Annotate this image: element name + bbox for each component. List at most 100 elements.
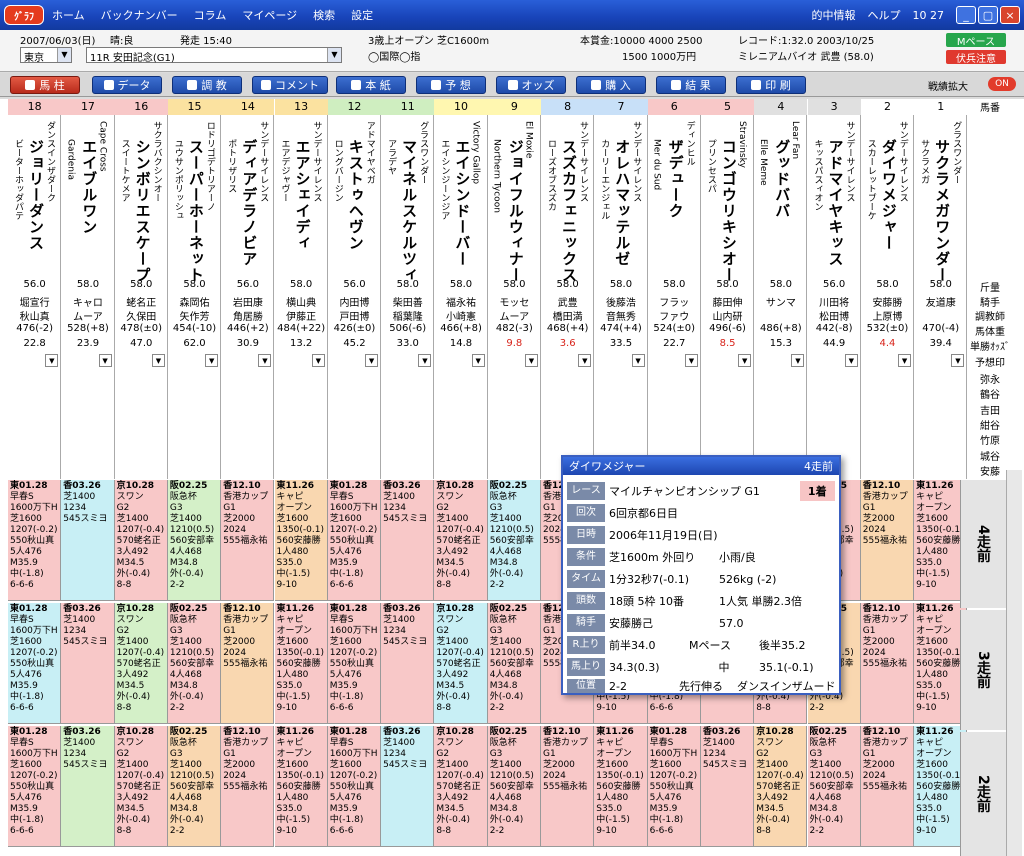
tab-umabashira[interactable]: 馬 柱 — [10, 76, 80, 94]
past-race-cell[interactable]: 東01.28早春S1600万下H芝16001207(-0.2)550秋山真5人4… — [327, 726, 382, 847]
tab-prediction[interactable]: 予 想 — [416, 76, 486, 94]
menu-home[interactable]: ホーム — [52, 7, 85, 23]
past-race-cell[interactable]: 東11.26キャピオープン芝16001350(-0.1)560安藤勝1人480S… — [274, 603, 328, 724]
past-race-cell[interactable]: 香12.10香港カップG1芝20002024555福永祐 — [221, 726, 275, 847]
race-select[interactable]: 11R 安田記念(G1) ▼ — [86, 47, 342, 64]
past-race-line: 1350(-0.1) — [276, 525, 325, 535]
past-race-line: 560安部幸 — [809, 782, 854, 792]
prediction-dropdown[interactable]: ▼ — [844, 354, 858, 367]
menu-hit-info[interactable]: 的中情報 — [812, 7, 856, 23]
prediction-dropdown[interactable]: ▼ — [631, 354, 645, 367]
prediction-dropdown[interactable]: ▼ — [578, 354, 592, 367]
past-race-cell[interactable]: 香03.26芝14001234545スミヨ — [381, 726, 435, 847]
menu-mypage[interactable]: マイページ — [242, 7, 297, 23]
past-race-cell[interactable]: 阪02.25阪急杯G3芝14001210(0.5)560安部幸4人468M34.… — [167, 480, 222, 601]
pace-button[interactable]: Mペース — [946, 33, 1006, 48]
prediction-dropdown[interactable]: ▼ — [311, 354, 325, 367]
tab-newspaper[interactable]: 本 紙 — [336, 76, 406, 94]
horse-odds: 44.9 — [823, 338, 846, 349]
prediction-dropdown[interactable]: ▼ — [898, 354, 912, 367]
past-race-cell[interactable]: 香12.10香港カップG1芝20002024555福永祐 — [860, 603, 915, 724]
record-holder: ミレニアムバイオ 武豊 (58.0) — [738, 52, 874, 63]
past-race-cell[interactable]: 香12.10香港カップG1芝20002024555福永祐 — [860, 480, 915, 601]
tab-result[interactable]: 結 果 — [656, 76, 726, 94]
vertical-scrollbar[interactable] — [1006, 470, 1022, 856]
menu-settings[interactable]: 設定 — [351, 7, 373, 23]
past-race-cell[interactable]: 東01.28早春S1600万下H芝16001207(-0.2)550秋山真5人4… — [8, 726, 62, 847]
prediction-dropdown[interactable]: ▼ — [365, 354, 379, 367]
past-race-cell[interactable]: 東11.26キャピオープン芝16001350(-0.1)560安藤勝1人480S… — [274, 726, 328, 847]
past-race-cell[interactable]: 阪02.25阪急杯G3芝14001210(0.5)560安部幸4人468M34.… — [487, 480, 541, 601]
past-race-cell[interactable]: 東01.28早春S1600万下H芝16001207(-0.2)550秋山真5人4… — [8, 480, 62, 601]
prediction-dropdown[interactable]: ▼ — [45, 354, 59, 367]
prediction-dropdown[interactable]: ▼ — [418, 354, 432, 367]
dam-name: Elle Meme — [758, 139, 769, 186]
post-time: 発走 15:40 — [180, 36, 232, 47]
prediction-dropdown[interactable]: ▼ — [205, 354, 219, 367]
past-race-cell[interactable]: 香03.26芝14001234545スミヨ — [61, 480, 115, 601]
past-race-cell[interactable]: 京10.28スワンG2芝14001207(-0.4)570蛯名正3人492M34… — [434, 726, 488, 847]
prediction-dropdown[interactable]: ▼ — [791, 354, 805, 367]
toolbar: 馬 柱 データ 調 教 コメント 本 紙 予 想 オッズ 購 入 結 果 印 刷… — [0, 73, 1024, 97]
past-race-cell[interactable]: 香03.26芝14001234545スミヨ — [700, 726, 755, 847]
past-race-cell[interactable]: 阪02.25阪急杯G3芝14001210(0.5)560安部幸4人468M34.… — [167, 603, 222, 724]
past-race-cell[interactable]: 香12.10香港カップG1芝20002024555福永祐 — [221, 480, 275, 601]
past-race-cell[interactable]: 香03.26芝14001234545スミヨ — [381, 480, 435, 601]
past-race-line: 外(-0.4) — [116, 815, 151, 825]
past-race-cell[interactable]: 阪02.25阪急杯G3芝14001210(0.5)560安部幸4人468M34.… — [807, 726, 861, 847]
maximize-icon[interactable]: ▢ — [978, 6, 998, 24]
past-race-cell[interactable]: 京10.28スワンG2芝14001207(-0.4)570蛯名正3人492M34… — [434, 603, 488, 724]
past-race-cell[interactable]: 香12.10香港カップG1芝20002024555福永祐 — [221, 603, 275, 724]
past-race-cell[interactable]: 阪02.25阪急杯G3芝14001210(0.5)560安部幸4人468M34.… — [167, 726, 222, 847]
past-race-cell[interactable]: 香03.26芝14001234545スミヨ — [61, 603, 115, 724]
menu-column[interactable]: コラム — [194, 7, 227, 23]
zoom-toggle[interactable]: ON — [988, 77, 1016, 91]
horse-trainer: 角居勝 — [232, 312, 263, 323]
horse-body: 454(-10) — [172, 323, 217, 334]
past-race-date: 東11.26 — [276, 481, 314, 491]
past-race-cell[interactable]: 阪02.25阪急杯G3芝14001210(0.5)560安部幸4人468M34.… — [487, 603, 541, 724]
past-race-cell[interactable]: 京10.28スワンG2芝14001207(-0.4)570蛯名正3人492M34… — [114, 480, 168, 601]
past-race-cell[interactable]: 香12.10香港カップG1芝20002024555福永祐 — [860, 726, 915, 847]
past-race-line: 5人476 — [10, 793, 42, 803]
past-race-cell[interactable]: 東11.26キャピオープン芝16001350(-0.1)560安藤勝1人480S… — [274, 480, 328, 601]
past-race-line: 6-6-6 — [329, 826, 354, 836]
tab-print[interactable]: 印 刷 — [736, 76, 806, 94]
prediction-dropdown[interactable]: ▼ — [684, 354, 698, 367]
past-race-cell[interactable]: 香03.26芝14001234545スミヨ — [381, 603, 435, 724]
tab-comment[interactable]: コメント — [252, 76, 328, 94]
menu-help[interactable]: ヘルプ — [868, 7, 901, 23]
past-race-cell[interactable]: 阪02.25阪急杯G3芝14001210(0.5)560安部幸4人468M34.… — [487, 726, 541, 847]
past-race-cell[interactable]: 香03.26芝14001234545スミヨ — [61, 726, 115, 847]
prediction-dropdown[interactable]: ▼ — [98, 354, 112, 367]
past-race-cell[interactable]: 京10.28スワンG2芝14001207(-0.4)570蛯名正3人492M34… — [434, 480, 488, 601]
past-race-cell[interactable]: 東01.28早春S1600万下H芝16001207(-0.2)550秋山真5人4… — [327, 480, 382, 601]
past-race-cell[interactable]: 東01.28早春S1600万下H芝16001207(-0.2)550秋山真5人4… — [8, 603, 62, 724]
horse-column: 6 ザデューク ディンヒル Mer du Sud 58.0 フラッ ファウ 524(±0) 22… — [647, 99, 701, 479]
past-race-cell[interactable]: 東01.28早春S1600万下H芝16001207(-0.2)550秋山真5人4… — [647, 726, 701, 847]
prediction-dropdown[interactable]: ▼ — [471, 354, 485, 367]
prediction-dropdown[interactable]: ▼ — [151, 354, 165, 367]
past-race-line: 芝1600 — [10, 760, 42, 770]
past-race-cell[interactable]: 京10.28スワンG2芝14001207(-0.4)570蛯名正3人492M34… — [754, 726, 808, 847]
prediction-dropdown[interactable]: ▼ — [738, 354, 752, 367]
tab-odds[interactable]: オッズ — [496, 76, 566, 94]
tab-data[interactable]: データ — [92, 76, 162, 94]
track-select[interactable]: 東京 ▼ — [20, 47, 72, 64]
tab-purchase[interactable]: 購 入 — [576, 76, 646, 94]
past-race-cell[interactable]: 東01.28早春S1600万下H芝16001207(-0.2)550秋山真5人4… — [327, 603, 382, 724]
close-icon[interactable]: × — [1000, 6, 1020, 24]
prediction-dropdown[interactable]: ▼ — [258, 354, 272, 367]
tab-training[interactable]: 調 教 — [172, 76, 242, 94]
past-race-line: 芝1400 — [809, 760, 842, 770]
prediction-dropdown[interactable]: ▼ — [524, 354, 538, 367]
past-race-cell[interactable]: 香12.10香港カップG1芝20002024555福永祐 — [541, 726, 595, 847]
past-race-cell[interactable]: 東11.26キャピオープン芝16001350(-0.1)560安藤勝1人480S… — [594, 726, 648, 847]
menu-backnumber[interactable]: バックナンバー — [101, 7, 178, 23]
menu-search[interactable]: 検索 — [313, 7, 335, 23]
minimize-icon[interactable]: _ — [956, 6, 976, 24]
horse-trainer: 稲葉隆 — [392, 312, 423, 323]
past-race-cell[interactable]: 京10.28スワンG2芝14001207(-0.4)570蛯名正3人492M34… — [114, 726, 168, 847]
past-race-cell[interactable]: 京10.28スワンG2芝14001207(-0.4)570蛯名正3人492M34… — [114, 603, 168, 724]
warning-button[interactable]: 伏兵注意 — [946, 50, 1006, 65]
